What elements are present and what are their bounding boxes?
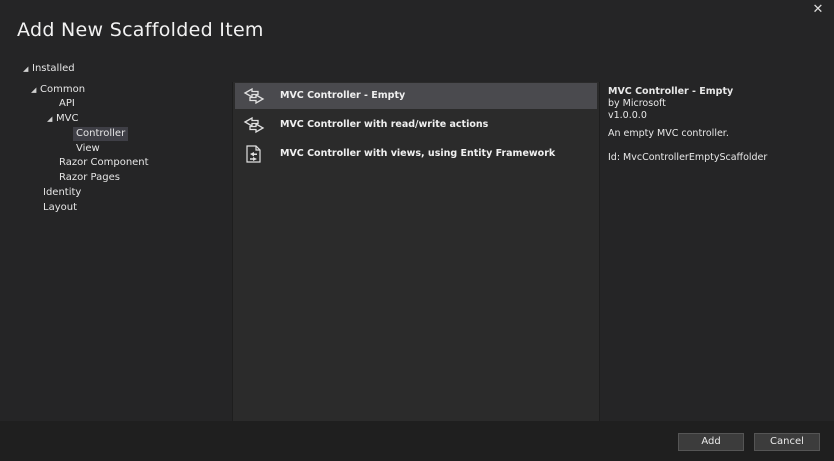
tree-node-identity[interactable]: Identity: [43, 186, 81, 200]
expanded-triangle-icon[interactable]: ◢: [31, 83, 40, 97]
list-item-label: MVC Controller with read/write actions: [280, 119, 489, 130]
controller-icon: [243, 87, 265, 105]
dialog-title: Add New Scaffolded Item: [17, 19, 264, 41]
tree-node-installed[interactable]: ◢ Installed: [23, 62, 75, 76]
close-icon[interactable]: ✕: [810, 2, 826, 18]
tree-node-razor-component[interactable]: Razor Component: [59, 156, 149, 170]
list-item-label: MVC Controller - Empty: [280, 90, 406, 101]
title-bar: Add New Scaffolded Item ✕: [0, 0, 834, 56]
expanded-triangle-icon[interactable]: ◢: [47, 112, 56, 126]
list-item-label: MVC Controller with views, using Entity …: [280, 148, 556, 159]
tree-node-view[interactable]: View: [76, 142, 100, 156]
add-button[interactable]: Add: [678, 433, 744, 451]
details-version: v1.0.0.0: [608, 110, 647, 121]
tree-node-common[interactable]: ◢ Common: [31, 83, 85, 97]
dialog-footer: Add Cancel: [0, 421, 834, 461]
list-item[interactable]: MVC Controller with views, using Entity …: [235, 141, 597, 167]
tree-node-layout[interactable]: Layout: [43, 201, 77, 215]
tree-node-mvc[interactable]: ◢ MVC: [47, 112, 78, 126]
controller-views-icon: [246, 145, 261, 163]
cancel-button[interactable]: Cancel: [754, 433, 820, 451]
scaffold-list: MVC Controller - Empty MVC Controller wi…: [232, 82, 600, 421]
details-description: An empty MVC controller.: [608, 128, 729, 139]
list-item[interactable]: MVC Controller with read/write actions: [235, 112, 597, 138]
tree-label: Common: [40, 84, 86, 95]
details-author: by Microsoft: [608, 98, 666, 109]
category-tree: ◢ Installed ◢ Common API ◢ MVC Controller V…: [0, 56, 232, 421]
details-panel: MVC Controller - Empty by Microsoft v1.0…: [600, 82, 834, 421]
tree-label: Installed: [32, 63, 75, 74]
list-item[interactable]: MVC Controller - Empty: [235, 83, 597, 109]
tree-label: MVC: [56, 113, 79, 124]
details-id: Id: MvcControllerEmptyScaffolder: [608, 152, 768, 163]
expanded-triangle-icon[interactable]: ◢: [23, 62, 32, 76]
controller-icon: [243, 116, 265, 134]
tree-node-razor-pages[interactable]: Razor Pages: [59, 171, 120, 185]
tree-node-api[interactable]: API: [59, 97, 75, 111]
tree-node-controller[interactable]: Controller: [73, 127, 129, 141]
details-title: MVC Controller - Empty: [608, 86, 734, 97]
